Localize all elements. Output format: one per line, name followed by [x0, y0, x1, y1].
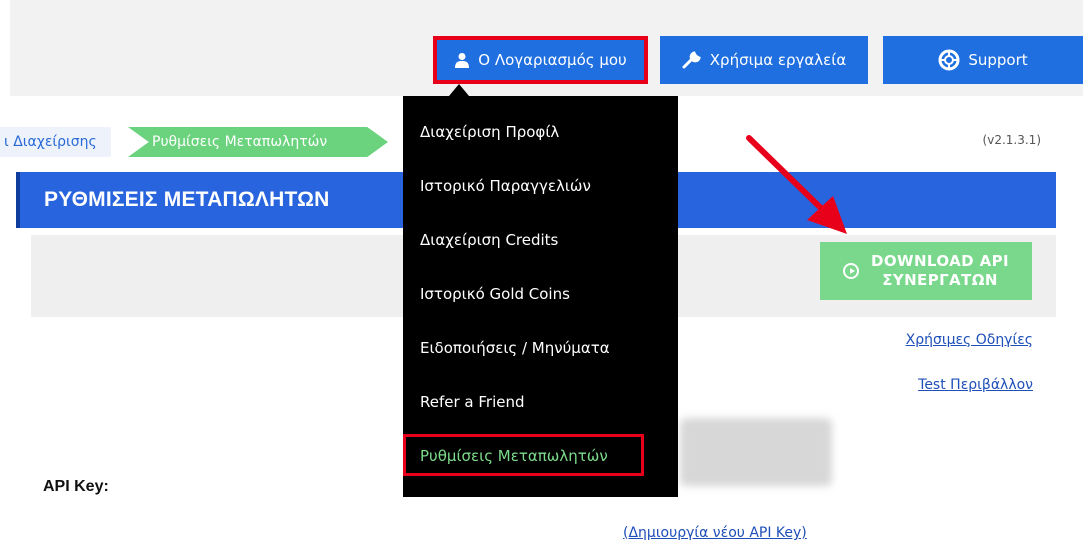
play-circle-icon — [843, 263, 860, 279]
menu-item-profile[interactable]: Διαχείριση Προφίλ — [420, 123, 559, 141]
menu-item-orders[interactable]: Ιστορικό Παραγγελιών — [420, 177, 591, 195]
my-account-label: Ο Λογαριασμός μου — [478, 51, 627, 69]
lifebuoy-icon — [938, 49, 960, 71]
useful-tools-button[interactable]: Χρήσιμα εργαλεία — [660, 36, 868, 84]
wrench-icon — [682, 50, 702, 70]
breadcrumb-current: Ρυθμίσεις Μεταπωλητών — [128, 127, 388, 157]
useful-tools-label: Χρήσιμα εργαλεία — [709, 51, 847, 69]
menu-item-reseller-settings[interactable]: Ρυθμίσεις Μεταπωλητών — [420, 447, 608, 465]
download-label-line2: ΣΥΝΕΡΓΑΤΩΝ — [882, 271, 998, 289]
account-dropdown-menu: Διαχείριση Προφίλ Ιστορικό Παραγγελιών Δ… — [403, 96, 678, 497]
user-icon — [454, 52, 470, 68]
version-label: (v2.1.3.1) — [982, 133, 1041, 147]
page-title: ΡΥΘΜΙΣΕΙΣ ΜΕΤΑΠΩΛΗΤΩΝ — [44, 188, 330, 211]
my-account-button[interactable]: Ο Λογαριασμός μου — [433, 36, 648, 84]
api-key-label: API Key: — [43, 478, 109, 495]
menu-item-notifications[interactable]: Ειδοποιήσεις / Μηνύματα — [420, 339, 610, 357]
download-api-button[interactable]: DOWNLOAD API ΣΥΝΕΡΓΑΤΩΝ — [820, 242, 1032, 300]
download-label-line1: DOWNLOAD API — [871, 252, 1009, 270]
menu-item-credits[interactable]: Διαχείριση Credits — [420, 231, 558, 249]
menu-item-gold-coins[interactable]: Ιστορικό Gold Coins — [420, 285, 570, 303]
create-api-key-link[interactable]: (Δημιουργία νέου API Key) — [623, 525, 807, 541]
useful-guides-link[interactable]: Χρήσιμες Οδηγίες — [906, 332, 1033, 348]
dropdown-caret — [449, 84, 469, 96]
red-arrow-annotation — [746, 135, 847, 234]
support-button[interactable]: Support — [883, 36, 1083, 84]
support-label: Support — [968, 51, 1028, 69]
test-environment-link[interactable]: Test Περιβάλλον — [918, 377, 1033, 393]
api-key-value-blurred — [680, 418, 832, 486]
menu-item-refer[interactable]: Refer a Friend — [420, 393, 525, 411]
breadcrumb: ι Διαχείρισης Ρυθμίσεις Μεταπωλητών — [0, 127, 388, 157]
breadcrumb-prev-link[interactable]: ι Διαχείρισης — [0, 127, 111, 157]
